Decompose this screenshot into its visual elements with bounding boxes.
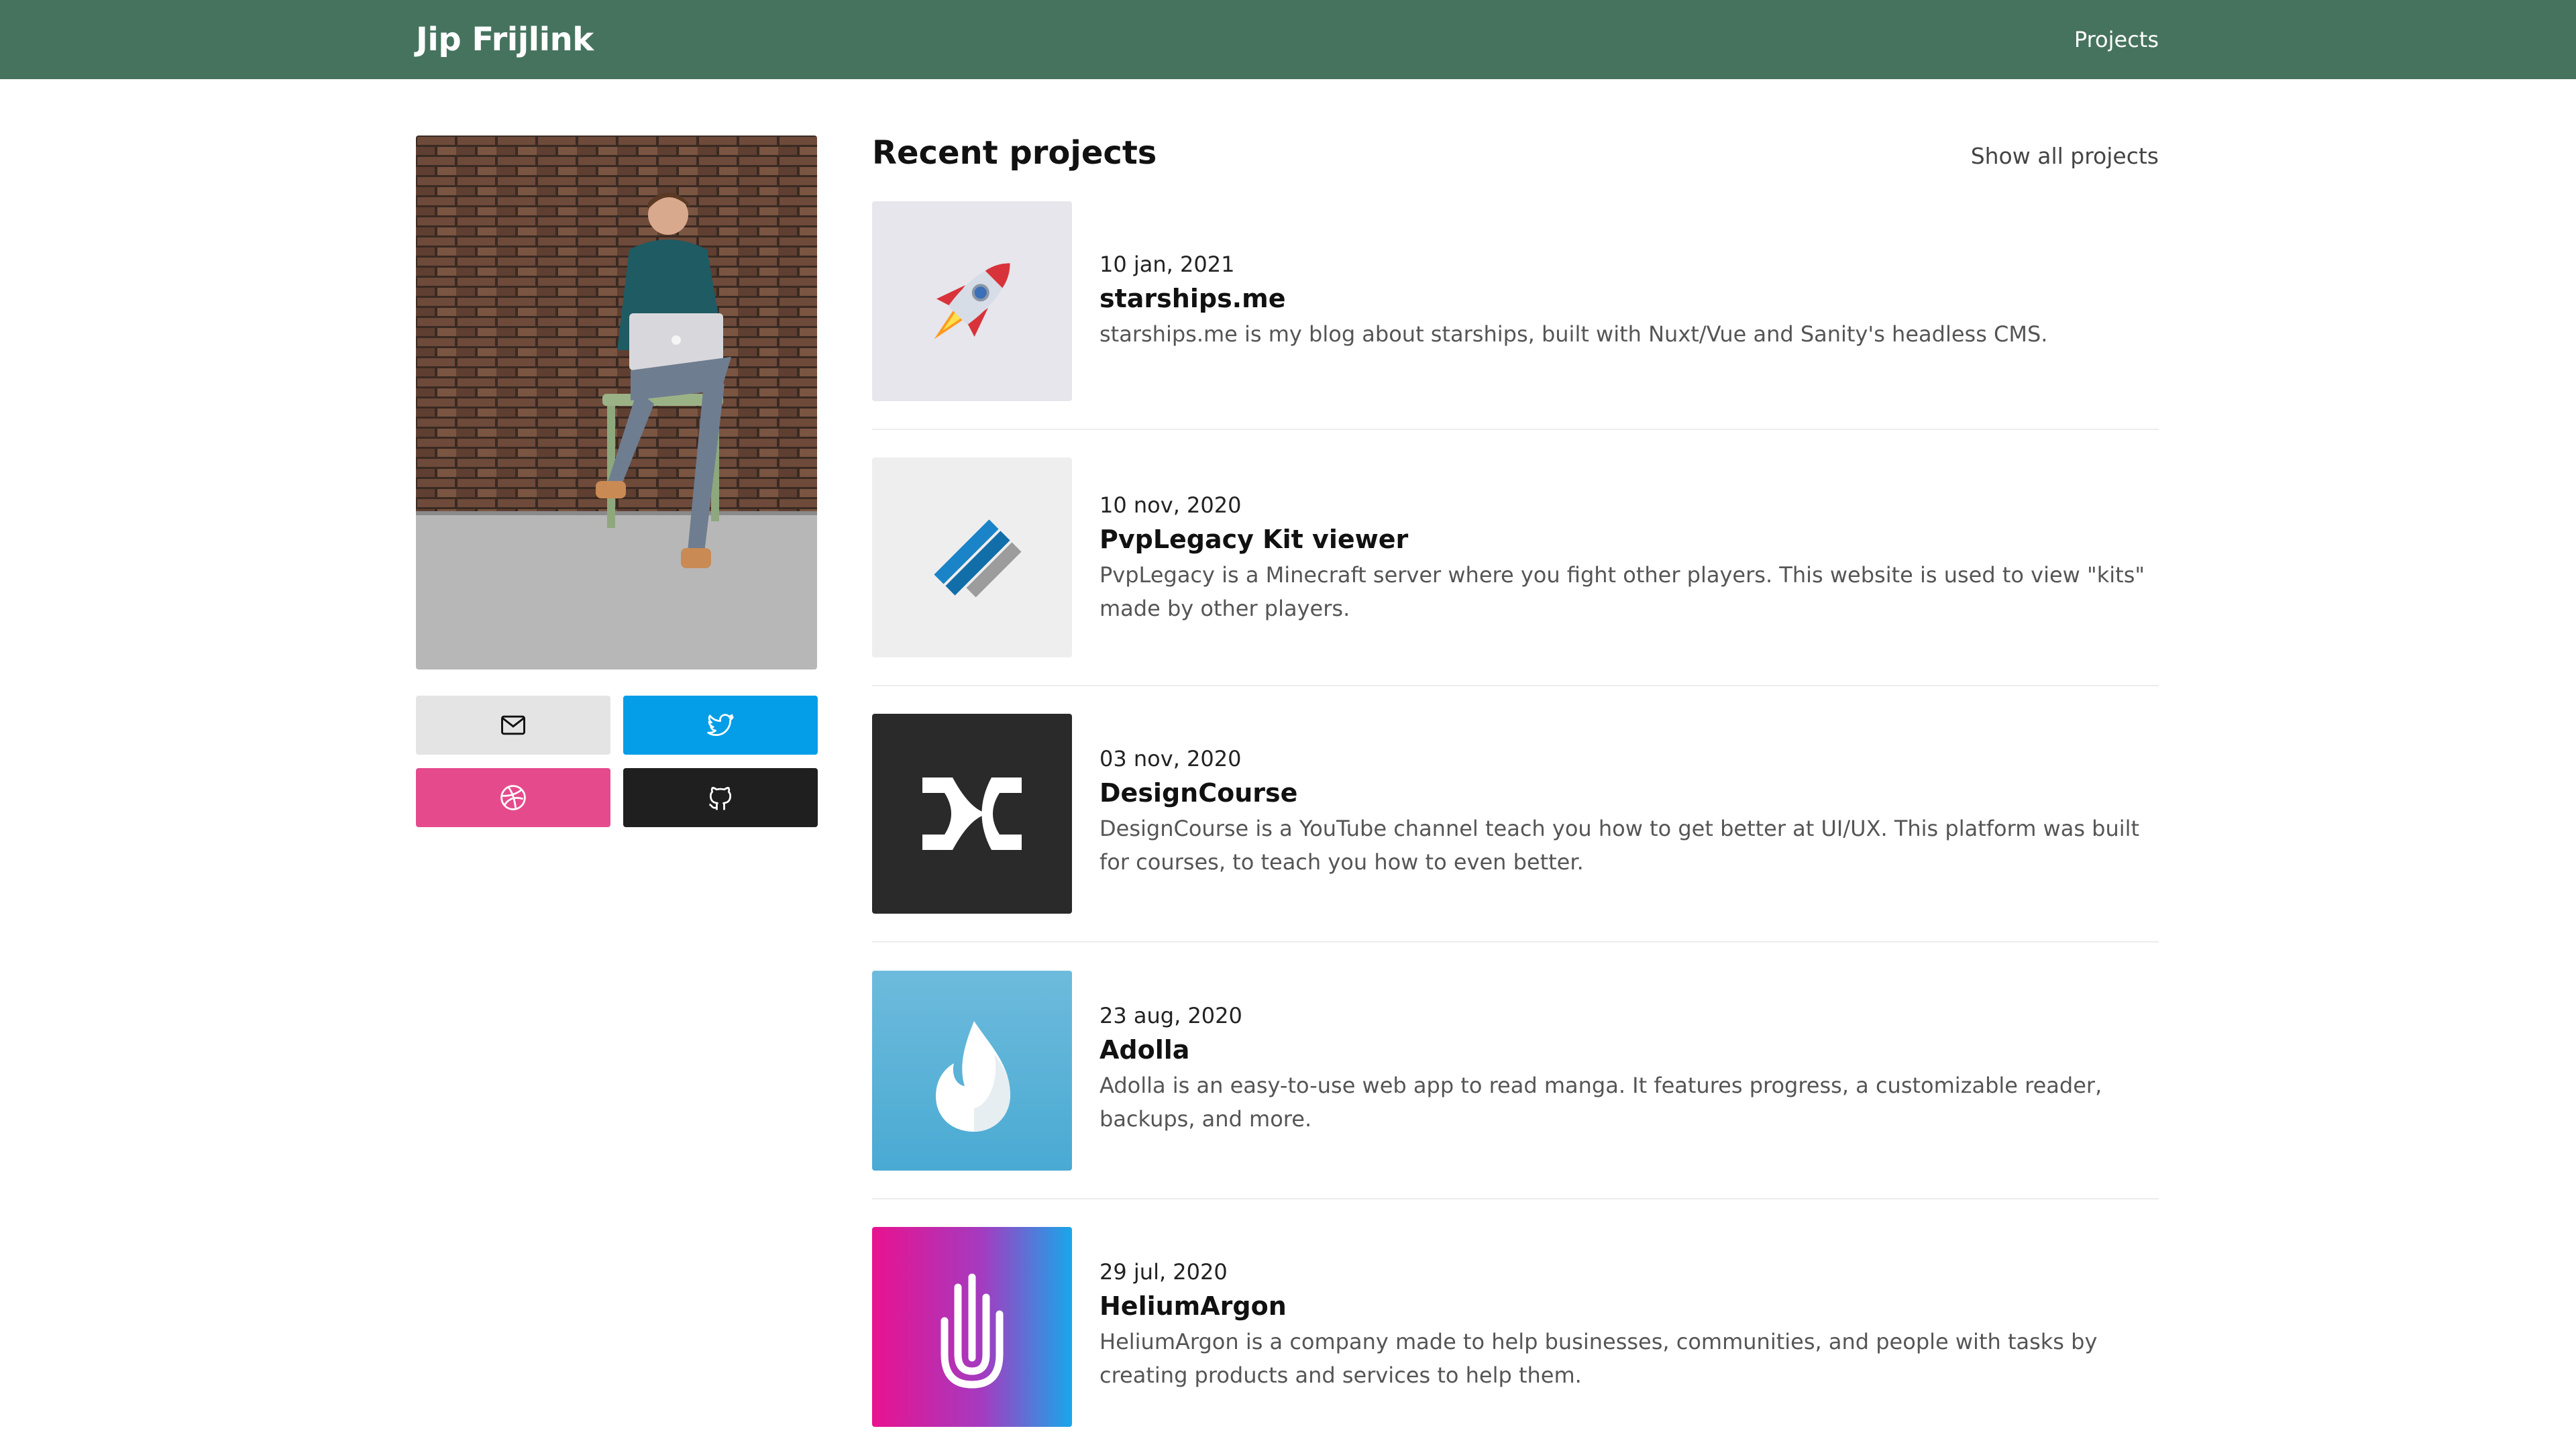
dribbble-button[interactable]: [416, 768, 610, 827]
divider: [872, 1198, 2159, 1199]
project-thumbnail: [872, 1227, 1072, 1427]
project-name[interactable]: PvpLegacy Kit viewer: [1099, 525, 2146, 554]
project-item-heliumargon[interactable]: 29 jul, 2020 HeliumArgon HeliumArgon is …: [872, 1227, 2159, 1428]
section-title: Recent projects: [872, 134, 1157, 172]
divider: [872, 941, 2159, 943]
project-item-adolla[interactable]: 23 aug, 2020 Adolla Adolla is an easy-to…: [872, 971, 2159, 1172]
project-date: 03 nov, 2020: [1099, 746, 1242, 771]
profile-photo: [416, 136, 817, 669]
dribbble-icon: [500, 785, 526, 810]
project-thumbnail: [872, 458, 1072, 657]
project-date: 29 jul, 2020: [1099, 1259, 1228, 1285]
project-thumbnail: [872, 714, 1072, 914]
show-all-projects-link[interactable]: Show all projects: [1971, 143, 2159, 169]
github-icon: [708, 787, 732, 810]
project-description: starships.me is my blog about starships,…: [1099, 321, 2048, 347]
project-name[interactable]: Adolla: [1099, 1035, 2146, 1065]
email-button[interactable]: [416, 696, 610, 755]
project-description: DesignCourse is a YouTube channel teach …: [1099, 816, 2140, 875]
top-navbar: Jip Frijlink Projects: [0, 0, 2576, 79]
pvplegacy-logo-icon: [872, 458, 1072, 657]
project-thumbnail: [872, 971, 1072, 1171]
twitter-icon: [707, 714, 734, 737]
heliumargon-hand-icon: [872, 1227, 1072, 1427]
project-date: 23 aug, 2020: [1099, 1003, 1242, 1028]
divider: [872, 685, 2159, 686]
project-thumbnail: [872, 201, 1072, 401]
divider: [872, 429, 2159, 430]
rocket-icon: [872, 201, 1072, 401]
mail-icon: [501, 715, 525, 735]
site-brand[interactable]: Jip Frijlink: [416, 0, 594, 79]
project-description: Adolla is an easy-to-use web app to read…: [1099, 1073, 2102, 1132]
project-item-designcourse[interactable]: 03 nov, 2020 DesignCourse DesignCourse i…: [872, 714, 2159, 915]
project-date: 10 jan, 2021: [1099, 252, 1235, 277]
twitter-button[interactable]: [623, 696, 818, 755]
github-button[interactable]: [623, 768, 818, 827]
project-name[interactable]: DesignCourse: [1099, 778, 2146, 808]
project-description: PvpLegacy is a Minecraft server where yo…: [1099, 562, 2145, 621]
flame-drop-icon: [872, 971, 1072, 1171]
project-description: HeliumArgon is a company made to help bu…: [1099, 1329, 2098, 1388]
project-item-pvplegacy[interactable]: 10 nov, 2020 PvpLegacy Kit viewer PvpLeg…: [872, 458, 2159, 659]
designcourse-logo-icon: [872, 714, 1072, 914]
project-date: 10 nov, 2020: [1099, 492, 1242, 518]
project-item-starships[interactable]: 10 jan, 2021 starships.me starships.me i…: [872, 201, 2159, 402]
nav-projects-link[interactable]: Projects: [2074, 0, 2159, 79]
project-name[interactable]: starships.me: [1099, 284, 2146, 313]
project-name[interactable]: HeliumArgon: [1099, 1291, 2146, 1321]
